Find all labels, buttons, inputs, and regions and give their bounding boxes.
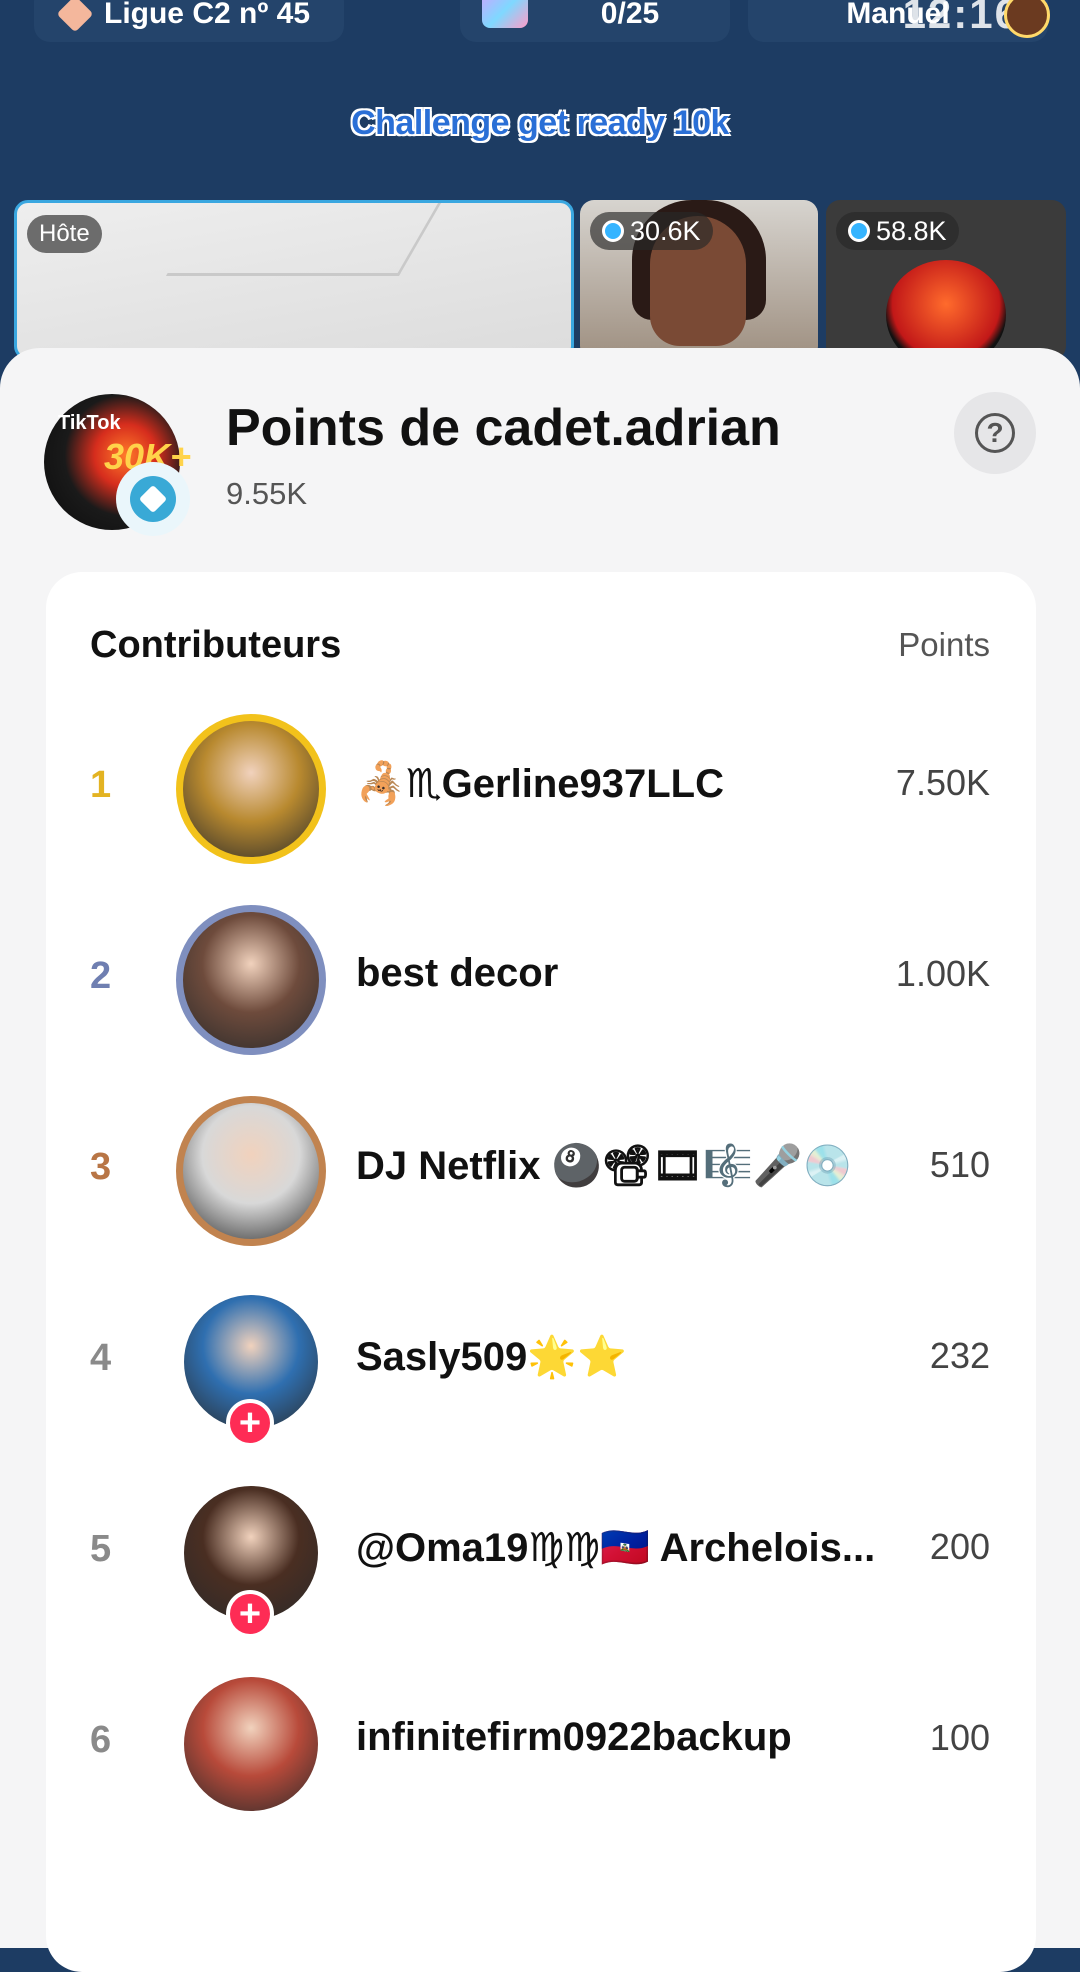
contributor-avatar[interactable] — [176, 714, 326, 864]
points-sheet: TikTok 30K+ Points de cadet.adrian 9.55K… — [0, 348, 1080, 1972]
contributor-avatar[interactable]: + — [176, 1287, 326, 1447]
diamond-icon — [56, 0, 94, 33]
contributor-points: 232 — [929, 1335, 990, 1376]
contributor-avatar[interactable] — [176, 1096, 326, 1246]
question-icon: ? — [975, 413, 1015, 453]
contributor-name: 🦂♏Gerline937LLC — [356, 762, 724, 806]
contributor-rank: 6 — [90, 1719, 112, 1761]
contributor-row[interactable]: 1 🦂♏Gerline937LLC 7.50K — [46, 714, 1036, 864]
contributor-avatar[interactable]: + — [176, 1478, 326, 1638]
contributors-header: Contributeurs Points — [90, 624, 990, 674]
contributor-row[interactable]: 5 + @Oma19♍♍🇭🇹 Archelois... 200 — [46, 1478, 1036, 1638]
contributor-points: 200 — [929, 1526, 990, 1567]
contributor-name: best decor — [356, 951, 559, 995]
avatar-image — [184, 1677, 318, 1811]
guest-score-tag: 58.8K — [836, 212, 959, 250]
coin-icon — [848, 220, 870, 242]
gift-box-icon — [482, 0, 528, 28]
contributor-points: 100 — [929, 1717, 990, 1758]
contributor-points: 7.50K — [895, 762, 990, 803]
top-bar: Ligue C2 nº 45 0/25 Manuel 12:16 — [0, 0, 1080, 60]
contributor-row[interactable]: 3 DJ Netflix 🎱📽🎞🎼🎤💿 510 — [46, 1096, 1036, 1246]
league-pill[interactable]: Ligue C2 nº 45 — [34, 0, 344, 42]
contributor-name: infinitefirm0922backup — [356, 1715, 792, 1759]
contributor-name: Sasly509🌟⭐ — [356, 1335, 627, 1379]
guest-photo — [886, 260, 1006, 360]
contributor-points: 1.00K — [895, 953, 990, 994]
status-clock: 12:16 — [902, 0, 1020, 37]
contributor-avatar[interactable] — [176, 1669, 326, 1819]
contributor-rank: 4 — [90, 1337, 112, 1379]
contributor-rank: 1 — [90, 764, 112, 806]
guest-video-tile[interactable]: 58.8K — [826, 200, 1066, 360]
challenge-banner: Challenge get ready 10k — [351, 104, 729, 142]
host-tag-label: Hôte — [39, 220, 90, 247]
league-label: Ligue C2 nº 45 — [104, 0, 311, 30]
gift-goal-pill[interactable]: 0/25 — [460, 0, 730, 42]
avatar-image — [176, 1096, 326, 1246]
avatar-image — [176, 714, 326, 864]
follow-plus-button[interactable]: + — [226, 1590, 274, 1638]
contributor-name: @Oma19♍♍🇭🇹 Archelois... — [356, 1526, 876, 1570]
guest-score: 58.8K — [876, 215, 947, 246]
avatar-text-small: TikTok — [58, 412, 121, 434]
contributor-row[interactable]: 2 best decor 1.00K — [46, 905, 1036, 1055]
league-badge-icon — [116, 462, 190, 536]
avatar-image — [176, 905, 326, 1055]
guest-score-tag: 30.6K — [590, 212, 713, 250]
contributor-avatar[interactable] — [176, 905, 326, 1055]
contributor-rank: 3 — [90, 1146, 112, 1188]
contributor-row[interactable]: 4 + Sasly509🌟⭐ 232 — [46, 1287, 1036, 1447]
contributor-row[interactable]: 6 infinitefirm0922backup 100 — [46, 1669, 1036, 1819]
contributors-card: Contributeurs Points 1 🦂♏Gerline937LLC 7.5… — [46, 572, 1036, 1972]
help-button[interactable]: ? — [954, 392, 1036, 474]
guest-score: 30.6K — [630, 215, 701, 246]
host-video-tile[interactable]: Hôte — [14, 200, 574, 360]
host-tag: Hôte — [27, 215, 102, 253]
host-video-background — [165, 203, 442, 276]
contributor-rank: 5 — [90, 1528, 112, 1570]
creator-points: 9.55K — [226, 476, 308, 511]
contributors-title: Contributeurs — [90, 624, 342, 666]
gift-progress: 0/25 — [600, 0, 660, 30]
follow-plus-button[interactable]: + — [226, 1399, 274, 1447]
contributor-points: 510 — [929, 1144, 990, 1185]
points-column-label: Points — [898, 626, 990, 663]
guest-video-tile[interactable]: 30.6K — [580, 200, 818, 360]
contributor-rank: 2 — [90, 955, 112, 997]
contributor-name: DJ Netflix 🎱📽🎞🎼🎤💿 — [356, 1144, 853, 1188]
coin-icon — [602, 220, 624, 242]
sheet-title: Points de cadet.adrian — [226, 399, 781, 457]
